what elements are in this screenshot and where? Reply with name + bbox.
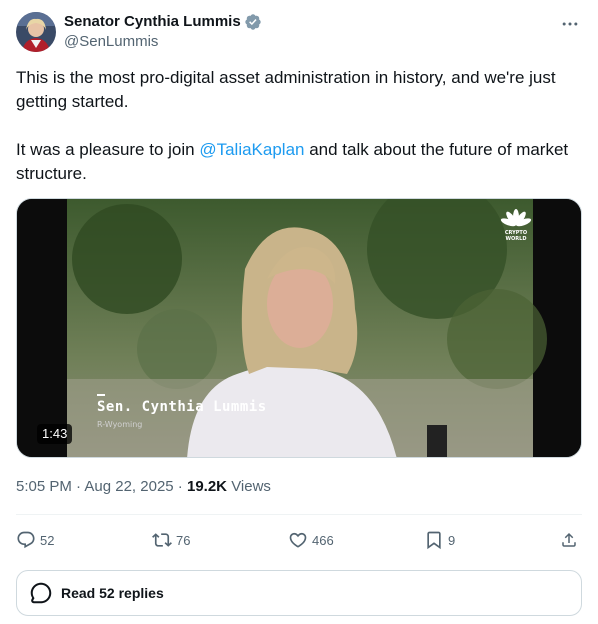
tweet-text: This is the most pro-digital asset admin… [16, 66, 582, 186]
lower-third-subtitle: R-Wyoming [97, 420, 143, 429]
read-replies-label: Read 52 replies [61, 585, 164, 601]
like-button[interactable]: 466 [288, 530, 378, 550]
author-handle[interactable]: @SenLummis [64, 32, 262, 52]
replies-bubble-icon [30, 582, 52, 604]
lower-third-rule [97, 394, 105, 396]
divider-top [16, 514, 582, 515]
tweet-text-line1: This is the most pro-digital asset admin… [16, 68, 556, 111]
tweet-time[interactable]: 5:05 PM [16, 478, 72, 495]
tweet-meta: 5:05 PM · Aug 22, 2025 · 19.2K Views [16, 478, 271, 495]
author-info: Senator Cynthia Lummis @SenLummis [64, 12, 262, 52]
video-duration: 1:43 [37, 424, 73, 444]
views-label: Views [231, 478, 271, 495]
cnbc-crypto-world-logo: CRYPTO WORLD [499, 207, 533, 250]
author-name[interactable]: Senator Cynthia Lummis [64, 12, 241, 32]
bookmark-button[interactable]: 9 [424, 530, 514, 550]
verified-badge-icon [244, 13, 262, 31]
repost-button[interactable]: 76 [152, 530, 242, 550]
share-button[interactable] [560, 530, 582, 550]
lower-third-name: Sen. Cynthia Lummis [97, 399, 267, 415]
reply-button[interactable]: 52 [16, 530, 106, 550]
action-bar: 52 76 466 9 [16, 525, 582, 555]
tweet-text-line2: It was a pleasure to join @TaliaKaplan a… [16, 140, 569, 183]
repost-icon [152, 533, 172, 547]
bookmark-icon [427, 531, 441, 550]
video-player[interactable]: Sen. Cynthia Lummis R-Wyoming CRYPTO WOR… [16, 198, 582, 458]
repost-count: 76 [176, 532, 191, 548]
tweet-header: Senator Cynthia Lummis @SenLummis [16, 12, 582, 56]
share-icon [562, 532, 576, 547]
reply-count: 52 [40, 532, 55, 548]
like-count: 466 [312, 532, 334, 548]
avatar[interactable] [16, 12, 56, 52]
tweet-date[interactable]: Aug 22, 2025 [84, 478, 173, 495]
bookmark-count: 9 [448, 532, 456, 548]
mention-link[interactable]: @TaliaKaplan [199, 140, 304, 159]
svg-text:WORLD: WORLD [506, 236, 527, 242]
read-replies-button[interactable]: Read 52 replies [16, 570, 582, 616]
heart-icon [289, 532, 307, 548]
views-count: 19.2K [186, 478, 228, 495]
reply-icon [17, 531, 35, 549]
more-options-icon[interactable] [558, 12, 582, 36]
